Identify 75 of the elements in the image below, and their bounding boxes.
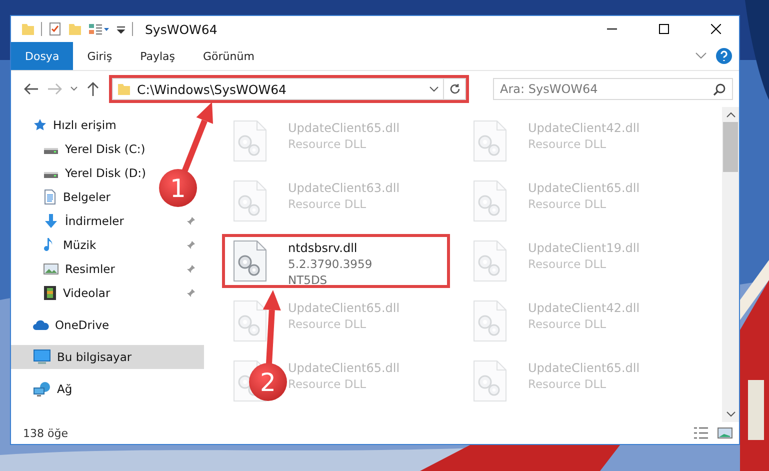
- picture-icon: [43, 262, 59, 276]
- large-icons-view-icon[interactable]: [717, 426, 733, 440]
- window-title: SysWOW64: [145, 22, 218, 36]
- ribbon-tab[interactable]: Dosya: [11, 42, 74, 70]
- address-field[interactable]: C:\Windows\SysWOW64: [112, 78, 444, 100]
- dll-file-icon: [473, 240, 507, 282]
- refresh-button[interactable]: [444, 78, 466, 100]
- pin-icon[interactable]: [186, 216, 196, 226]
- sidebar-item[interactable]: Resimler: [43, 262, 115, 276]
- ribbon-tab[interactable]: Giriş: [73, 42, 126, 70]
- sidebar-item[interactable]: Hızlı erişim: [33, 118, 116, 132]
- file-detail: Resource DLL: [288, 316, 366, 332]
- ribbon-tab[interactable]: Görünüm: [189, 42, 268, 70]
- scroll-down-icon[interactable]: [726, 410, 736, 418]
- dll-file-icon: [233, 300, 267, 342]
- dll-file-icon: [233, 120, 267, 162]
- pin-icon[interactable]: [186, 264, 196, 274]
- pin-icon[interactable]: [186, 288, 196, 298]
- file-detail: Resource DLL: [288, 196, 366, 212]
- dll-file-icon: [473, 360, 507, 402]
- close-icon: [711, 24, 721, 34]
- file-detail: Resource DLL: [528, 196, 606, 212]
- sidebar-item[interactable]: Ağ: [33, 381, 72, 397]
- up-arrow-icon: [86, 81, 100, 97]
- expand-ribbon-icon[interactable]: [695, 52, 707, 60]
- file-detail: NT5DS: [288, 272, 328, 288]
- file-detail: Resource DLL: [288, 136, 366, 152]
- scroll-up-icon[interactable]: [726, 111, 736, 119]
- star-icon: [33, 118, 47, 132]
- film-icon: [43, 285, 57, 301]
- sidebar-item[interactable]: Belgeler: [43, 189, 111, 205]
- file-detail: Resource DLL: [528, 376, 606, 392]
- step-number-badge: 2: [249, 363, 287, 401]
- step-number-badge: 1: [159, 169, 197, 207]
- document-icon: [43, 189, 57, 205]
- chevron-down-icon: [70, 86, 78, 92]
- sidebar-item[interactable]: Videolar: [43, 285, 110, 301]
- sidebar-item[interactable]: Müzik: [43, 237, 96, 253]
- sidebar-item[interactable]: Bu bilgisayar: [33, 349, 132, 365]
- search-icon[interactable]: [713, 83, 726, 96]
- file-detail: 5.2.3790.3959: [288, 256, 372, 272]
- refresh-icon: [448, 83, 460, 95]
- sidebar-item[interactable]: Yerel Disk (C:): [43, 142, 146, 156]
- sidebar-item[interactable]: İndirmeler: [43, 213, 124, 229]
- help-icon[interactable]: [715, 47, 733, 65]
- dll-file-icon: [473, 300, 507, 342]
- view-dropdown-icon[interactable]: [88, 22, 110, 36]
- dll-file-icon: [233, 240, 267, 282]
- file-detail: Resource DLL: [528, 136, 606, 152]
- sidebar-item[interactable]: OneDrive: [33, 318, 110, 332]
- scrollbar-thumb[interactable]: [723, 122, 738, 172]
- item-count: 138 öğe: [23, 426, 69, 440]
- scrollbar[interactable]: [722, 107, 739, 422]
- maximize-icon: [659, 24, 669, 34]
- dll-file-icon: [473, 180, 507, 222]
- right-arrow-icon: [47, 82, 63, 96]
- file-name[interactable]: ntdsbsrv.dll: [288, 240, 358, 256]
- ribbon-tab[interactable]: Paylaş: [126, 42, 189, 70]
- pin-icon[interactable]: [186, 240, 196, 250]
- dll-file-icon: [473, 120, 507, 162]
- file-detail: Resource DLL: [288, 376, 366, 392]
- sidebar-item[interactable]: Yerel Disk (D:): [43, 166, 146, 180]
- monitor-icon: [33, 349, 51, 365]
- left-arrow-icon: [23, 82, 39, 96]
- chevron-down-icon[interactable]: [429, 86, 439, 92]
- details-view-icon[interactable]: [693, 426, 709, 440]
- dll-file-icon: [233, 180, 267, 222]
- search-field[interactable]: Ara: SysWOW64: [493, 78, 733, 100]
- properties-icon[interactable]: [48, 22, 62, 36]
- folder-icon: [117, 82, 131, 96]
- network-icon: [33, 381, 51, 397]
- file-detail: Resource DLL: [528, 256, 606, 272]
- file-detail: Resource DLL: [528, 316, 606, 332]
- cloud-icon: [33, 319, 49, 331]
- down-arrow-icon: [43, 213, 59, 229]
